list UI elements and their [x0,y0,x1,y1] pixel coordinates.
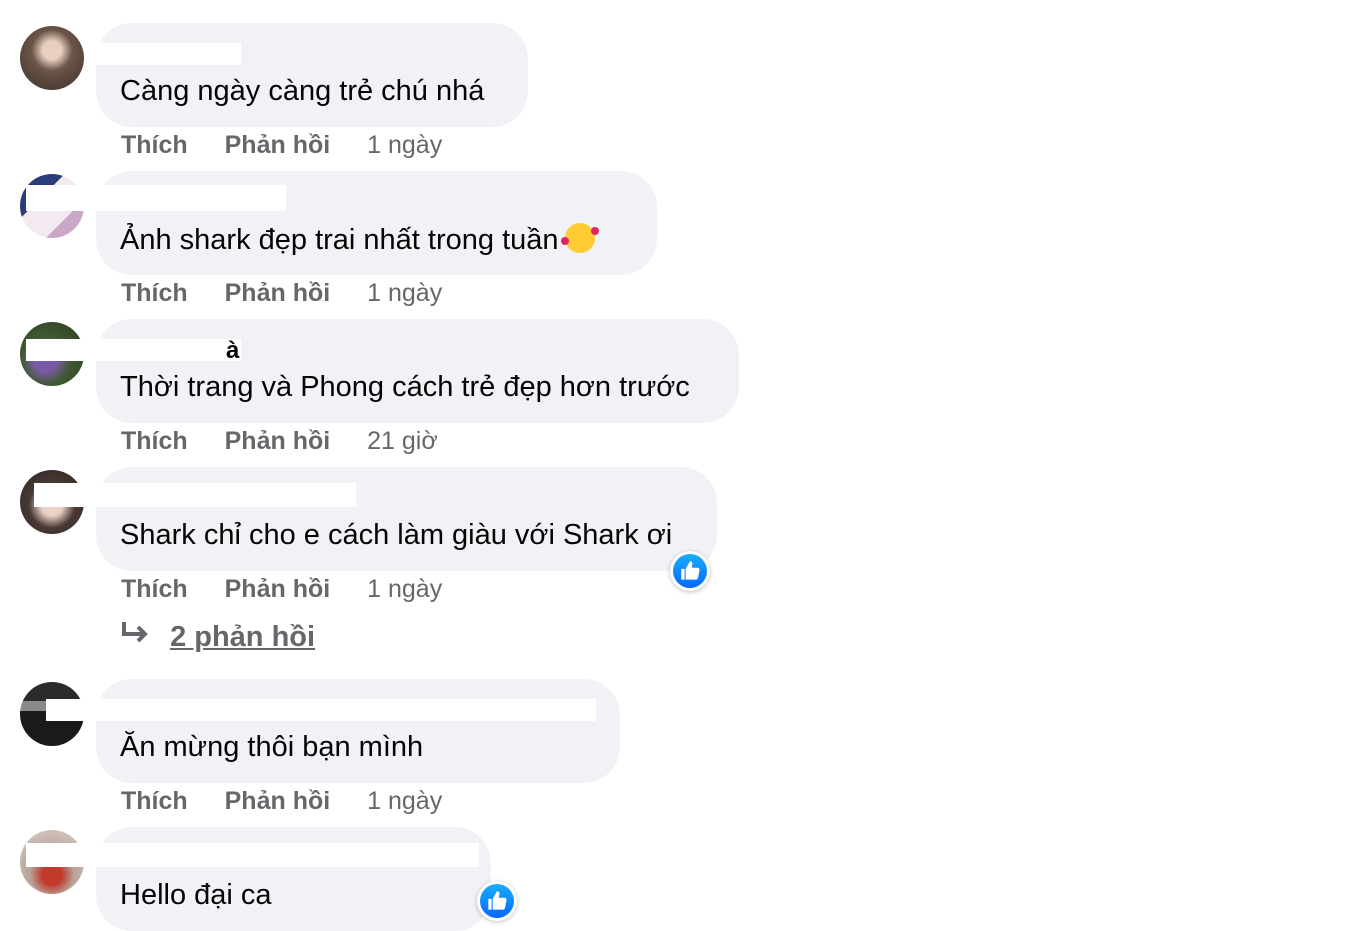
like-button[interactable]: Thích [121,427,188,455]
view-replies-link[interactable]: 2 phản hồi [120,620,315,654]
thumbs-up-icon [488,891,507,910]
comment-time[interactable]: 1 ngày [367,279,442,307]
author-redaction [26,843,479,867]
comment-text: Thời trang và Phong cách trẻ đẹp hơn trư… [120,371,690,403]
comment-text: Ăn mừng thôi bạn mình [120,731,424,763]
comment-time[interactable]: 1 ngày [367,131,442,159]
author-redaction [34,483,356,507]
comment-text: Càng ngày càng trẻ chú nhá [120,75,485,107]
comment-author[interactable]: à [226,337,239,365]
comment-actions: Thích Phản hồi 1 ngày [121,131,442,160]
comment-actions: Thích Phản hồi 1 ngày [121,787,442,816]
avatar[interactable] [20,26,84,90]
reply-button[interactable]: Phản hồi [225,787,331,815]
reply-button[interactable]: Phản hồi [225,427,331,455]
reply-button[interactable]: Phản hồi [225,279,331,307]
comment-text-content: Ảnh shark đẹp trai nhất trong tuần [120,224,559,256]
like-reaction-badge[interactable] [670,551,710,591]
comment-bubble: à Thời trang và Phong cách trẻ đẹp hơn t… [26,319,739,423]
like-button[interactable]: Thích [121,131,188,159]
reply-arrow-icon [120,620,154,654]
thumbs-up-icon [681,561,700,580]
view-replies-label[interactable]: 2 phản hồi [170,621,315,653]
comment-bubble: Ảnh shark đẹp trai nhất trong tuần [26,171,657,275]
comment-actions: Thích Phản hồi 1 ngày [121,575,442,604]
like-button[interactable]: Thích [121,279,188,307]
comment-time[interactable]: 21 giờ [367,427,438,455]
comment-text: Ảnh shark đẹp trai nhất trong tuần [120,223,599,257]
author-redaction [26,339,241,361]
reply-button[interactable]: Phản hồi [225,575,331,603]
comment-text: Shark chỉ cho e cách làm giàu với Shark … [120,519,673,551]
comment-actions: Thích Phản hồi 1 ngày [121,279,442,308]
comment-text: Hello đại ca [120,879,272,911]
comment-time[interactable]: 1 ngày [367,787,442,815]
comment-time[interactable]: 1 ngày [367,575,442,603]
author-redaction [96,43,241,65]
comment-actions: Thích Phản hồi 21 giờ [121,427,438,456]
comment-bubble: Ăn mừng thôi bạn mình [46,679,620,783]
comment-bubble: Shark chỉ cho e cách làm giàu với Shark … [34,467,717,571]
like-reaction-badge[interactable] [477,881,517,921]
author-redaction [46,699,596,721]
like-button[interactable]: Thích [121,575,188,603]
like-button[interactable]: Thích [121,787,188,815]
smiling-face-with-hearts-icon [560,223,599,253]
comment-bubble: Hello đại ca [26,827,491,931]
top-edge-fragment [1212,0,1232,4]
comment-bubble: Càng ngày càng trẻ chú nhá [96,23,528,127]
reply-button[interactable]: Phản hồi [225,131,331,159]
author-redaction [26,185,286,211]
